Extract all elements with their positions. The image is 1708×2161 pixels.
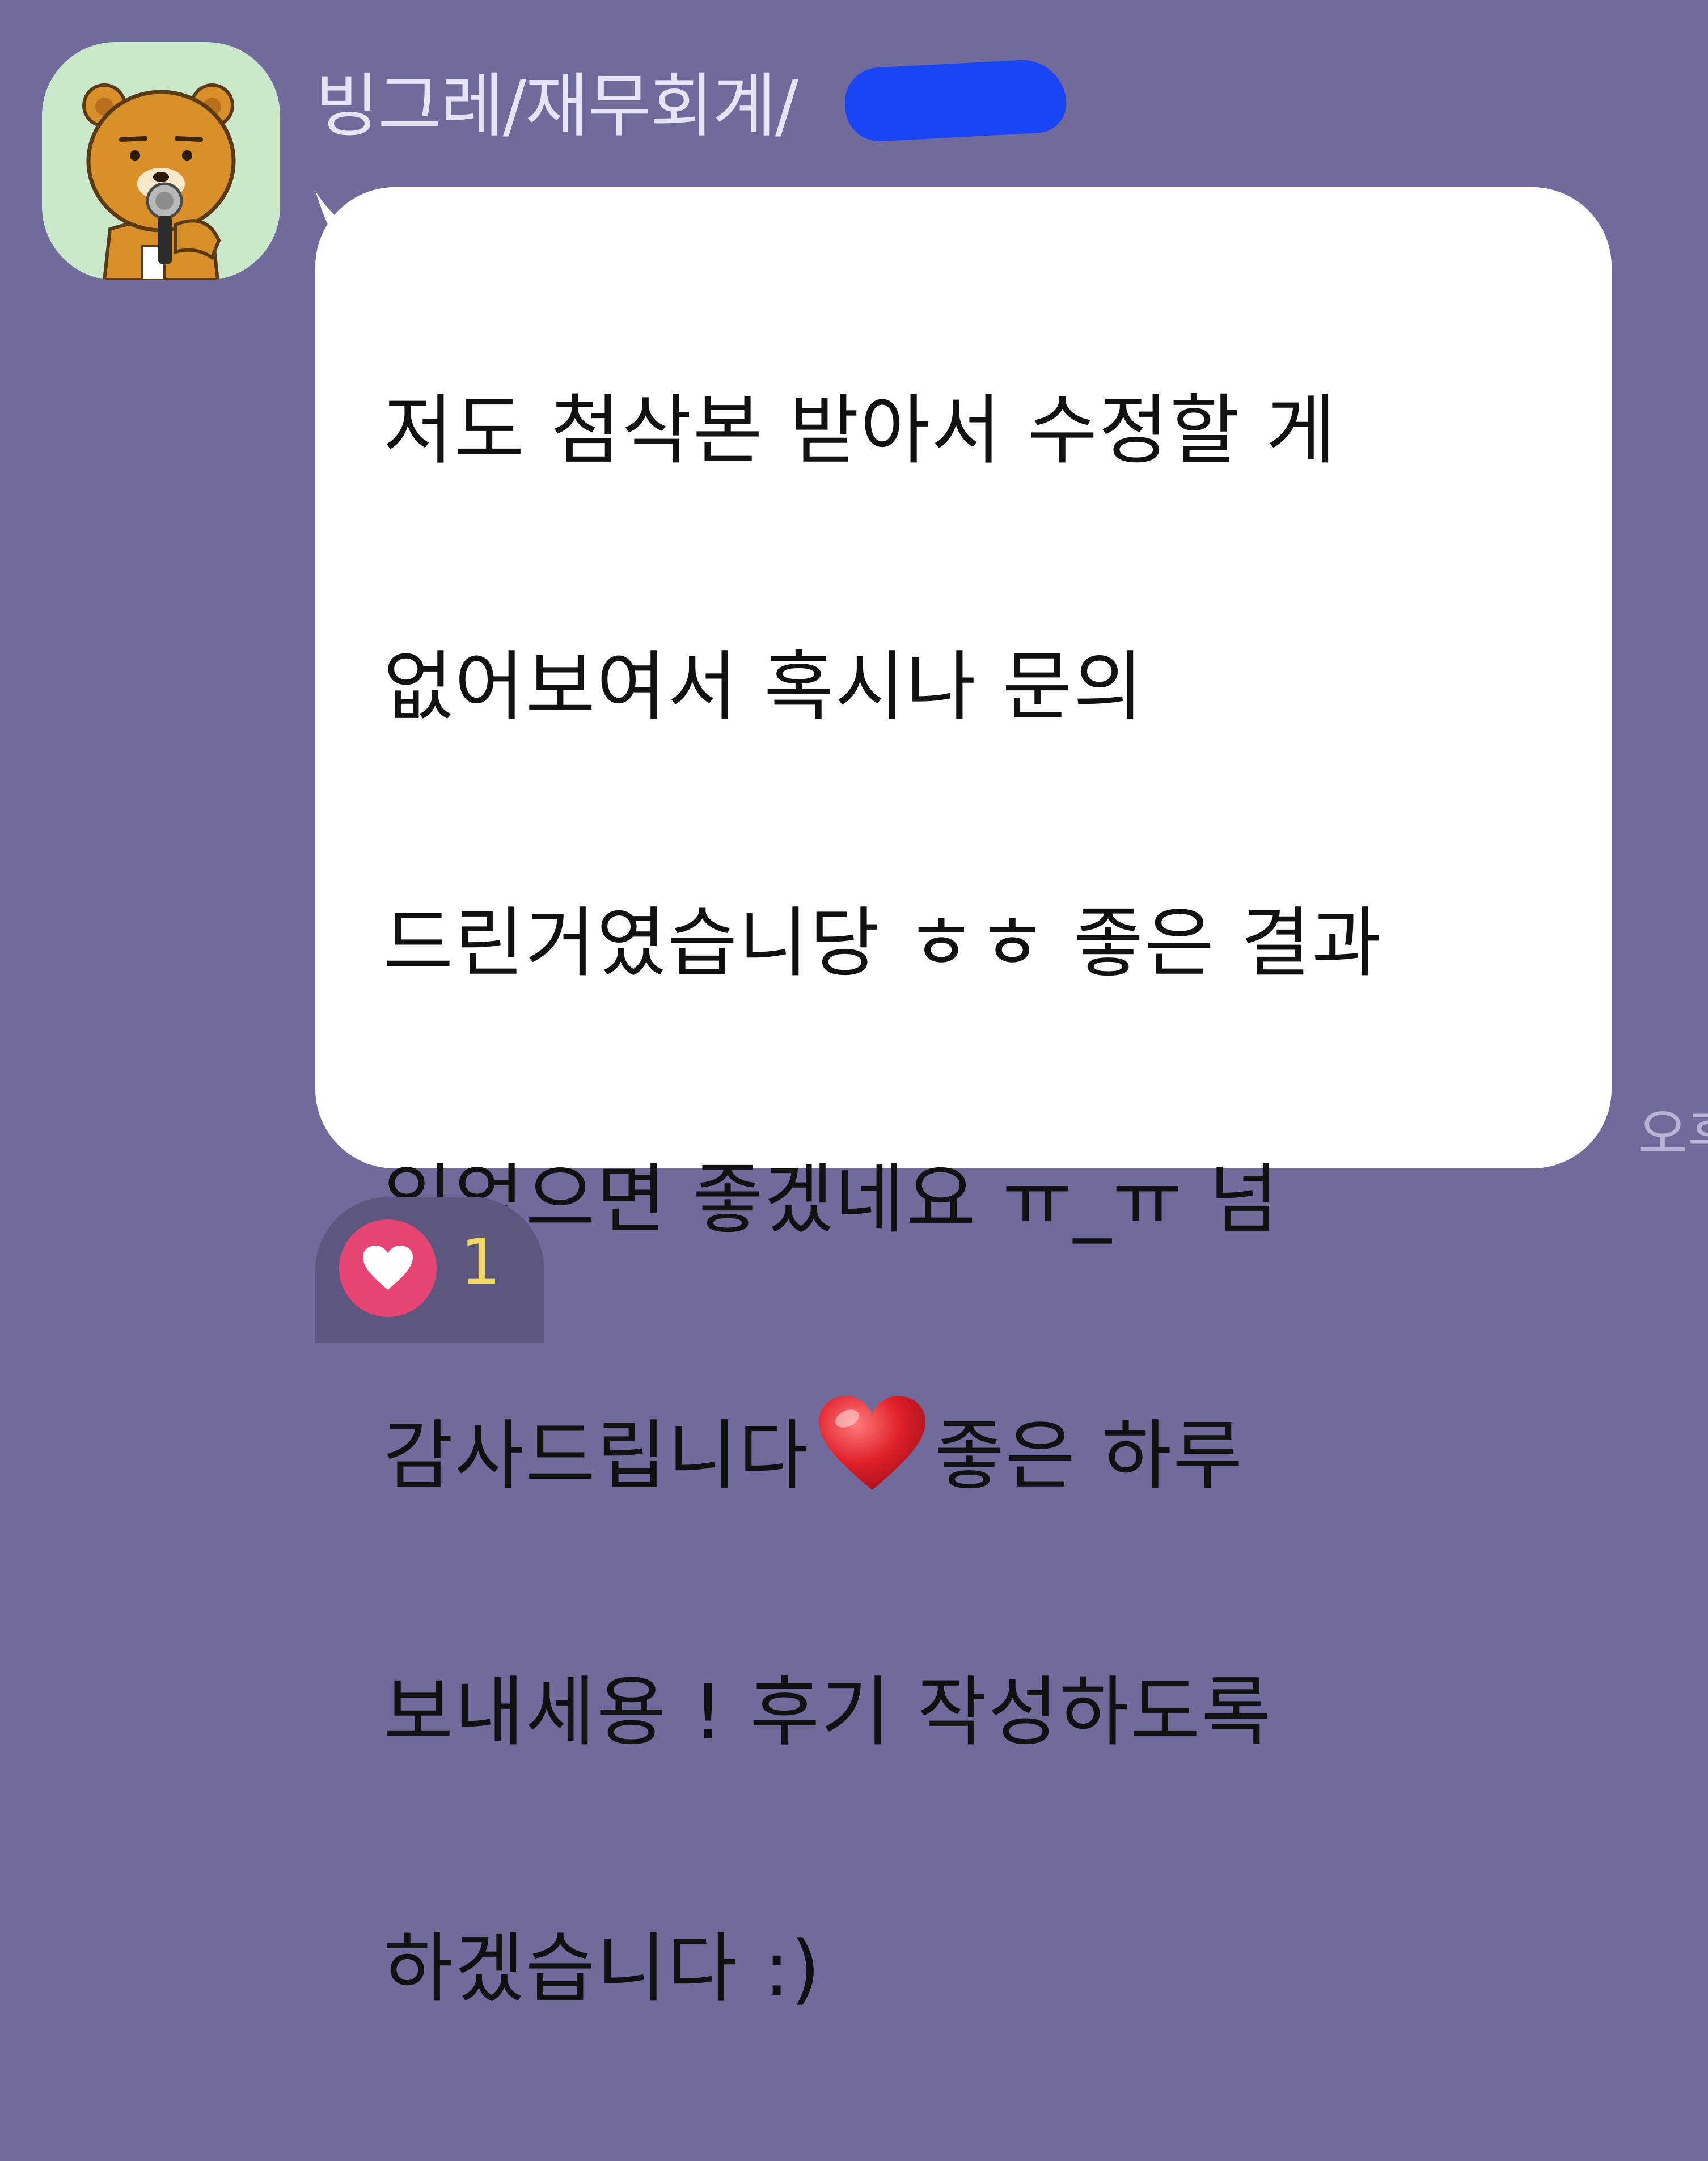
red-heart-icon — [818, 1396, 925, 1490]
message-line: 없어보여서 혹시나 문의 — [383, 643, 1144, 731]
message-line: 보내세용 ! 후기 작성하도록 — [383, 1668, 1272, 1757]
message-line: 있었으면 좋겠네요 ㅠ_ㅠ 넘 — [383, 1155, 1280, 1244]
message-line: 드린거였습니당 ㅎㅎ 좋은 결과 — [383, 899, 1383, 987]
message-line: 감사드립니다 — [383, 1412, 810, 1500]
bear-character-avatar-icon — [82, 83, 236, 280]
heart-icon — [363, 1246, 413, 1290]
sender-avatar[interactable] — [42, 42, 280, 280]
message-line: 하겠습니다 :) — [383, 1924, 822, 2013]
name-redaction-mark — [843, 57, 1068, 143]
message-line-with-emoji: 감사드립니다 좋은 하루 — [383, 1392, 1597, 1520]
message-text[interactable]: 저도 첨삭본 받아서 수정할 게 없어보여서 혹시나 문의 드린거였습니당 ㅎㅎ… — [383, 238, 1597, 2161]
reaction-icon-badge[interactable] — [339, 1219, 437, 1317]
message-timestamp: 오후 — [1638, 1103, 1708, 1166]
reaction-count: 1 — [460, 1226, 501, 1299]
sender-name: 빙그레/재무회계/ — [315, 66, 798, 146]
message-line: 저도 첨삭본 받아서 수정할 게 — [383, 386, 1337, 475]
message-line: 좋은 하루 — [934, 1412, 1244, 1500]
